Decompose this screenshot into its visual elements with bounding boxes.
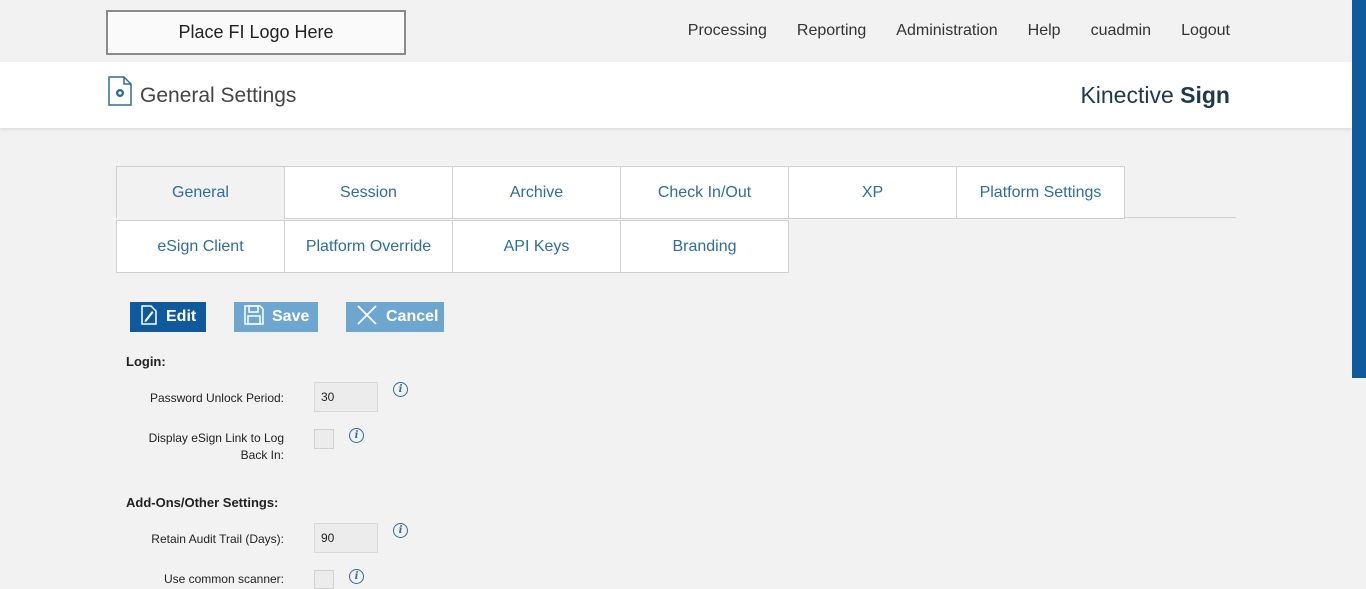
settings-page-icon [108,76,132,111]
tab-check-in-out[interactable]: Check In/Out [620,166,789,219]
common-scanner-label: Use common scanner: [163,572,284,586]
tab-branding[interactable]: Branding [620,220,789,273]
edit-button-label: Edit [166,308,197,325]
close-icon [356,304,386,331]
tab-api-keys[interactable]: API Keys [452,220,621,273]
common-scanner-checkbox[interactable] [314,570,334,589]
tabs-row-2: eSign Client Platform Override API Keys … [116,220,789,273]
brand-logo: Kinective Sign [1080,82,1230,109]
nav-logout[interactable]: Logout [1181,22,1230,40]
tab-platform-settings[interactable]: Platform Settings [956,166,1125,219]
top-bar: Place FI Logo Here Processing Reporting … [0,0,1352,62]
cancel-button[interactable]: Cancel [346,302,444,332]
retain-audit-input[interactable] [314,523,378,553]
nav-user[interactable]: cuadmin [1091,22,1151,40]
nav-administration[interactable]: Administration [896,22,997,40]
esign-link-label-line2: Back In: [240,448,284,462]
info-icon[interactable]: i [349,569,364,584]
retain-audit-label: Retain Audit Trail (Days): [151,532,284,546]
tab-session[interactable]: Session [284,166,453,219]
password-unlock-input[interactable] [314,382,378,412]
info-icon[interactable]: i [349,428,364,443]
esign-link-label: Display eSign Link to Log Back In: [84,430,284,464]
save-icon [244,304,272,330]
title-bar: General Settings Kinective Sign [0,62,1352,128]
nav-reporting[interactable]: Reporting [797,22,866,40]
brand-light: Kinective [1080,82,1174,108]
info-icon[interactable]: i [393,523,408,538]
tab-xp[interactable]: XP [788,166,957,219]
tabs-row-1: General Session Archive Check In/Out XP … [116,166,1125,219]
edit-button[interactable]: Edit [130,302,206,332]
tab-archive[interactable]: Archive [452,166,621,219]
nav-help[interactable]: Help [1028,22,1061,40]
edit-icon [140,304,166,330]
addons-section-title: Add-Ons/Other Settings: [126,495,279,510]
login-section-title: Login: [126,354,166,369]
info-icon[interactable]: i [393,382,408,397]
page-title: General Settings [140,84,297,107]
cancel-button-label: Cancel [386,308,439,325]
tab-general[interactable]: General [116,166,285,219]
tab-esign-client[interactable]: eSign Client [116,220,285,273]
tab-platform-override[interactable]: Platform Override [284,220,453,273]
save-button-label: Save [272,308,310,325]
scrollbar-thumb[interactable] [1352,0,1366,378]
logo-placeholder: Place FI Logo Here [106,10,406,55]
top-nav: Processing Reporting Administration Help… [658,22,1230,40]
scrollbar[interactable] [1352,0,1366,589]
save-button[interactable]: Save [234,302,318,332]
esign-link-label-line1: Display eSign Link to Log [148,431,284,445]
nav-processing[interactable]: Processing [688,22,767,40]
brand-bold: Sign [1180,82,1230,108]
password-unlock-label: Password Unlock Period: [149,391,284,405]
esign-link-checkbox[interactable] [314,429,334,449]
